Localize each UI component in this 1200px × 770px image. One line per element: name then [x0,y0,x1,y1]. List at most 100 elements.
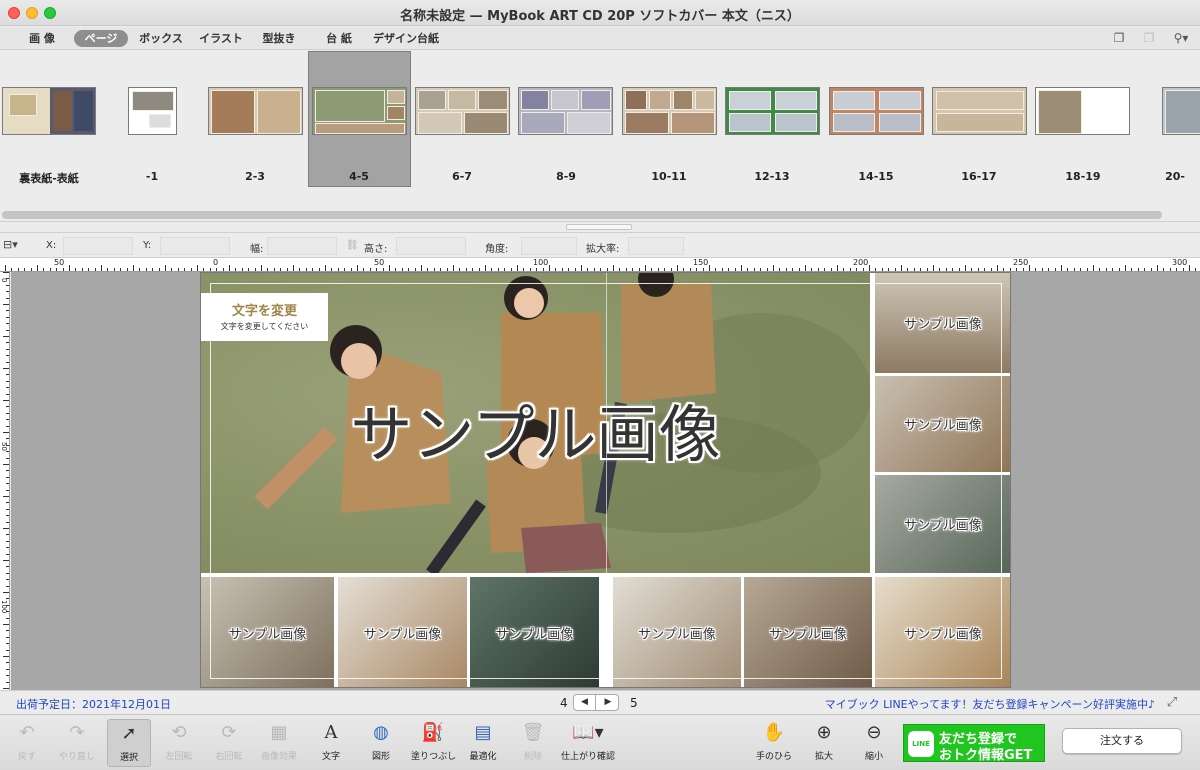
tab-mount[interactable]: 台 紙 [316,30,362,47]
ruler-tick [1131,268,1133,271]
editing-canvas[interactable]: サンプル画像 文字を変更 文字を変更してください サンプル画像 サンプル画像 サ… [11,272,1200,690]
photo-frame[interactable]: サンプル画像 [875,273,1010,373]
ruler-tick [1144,268,1146,271]
previous-page-button[interactable]: ◀ [574,695,596,710]
text-tool-button[interactable]: A 文字 [309,719,353,767]
ruler-tick [273,268,275,271]
page-thumb-20[interactable] [1162,87,1200,135]
redo-button[interactable]: ↷ やり直し [55,719,99,767]
tab-design-mount[interactable]: デザイン台紙 [370,30,442,47]
photo-frame[interactable]: サンプル画像 [470,577,599,687]
title-text-box[interactable]: 文字を変更 文字を変更してください [201,293,328,341]
ruler-tick [6,310,9,312]
ruler-tick [145,268,147,271]
photo-frame[interactable]: サンプル画像 [875,376,1010,472]
ruler-label: 50 [374,258,385,267]
order-button[interactable]: 注文する [1062,728,1182,754]
zoom-in-button[interactable]: ⊕ 拡大 [802,719,846,767]
zoom-in-icon: ⊕ [816,722,832,743]
photo-frame[interactable]: サンプル画像 [875,475,1010,573]
image-effect-button[interactable]: ▦ 画像効果 [257,719,301,767]
tab-illust[interactable]: イラスト [196,30,246,47]
ruler-tick [152,268,154,271]
photo-frame[interactable]: サンプル画像 [613,577,741,687]
search-icon[interactable]: ⚲▾ [1170,31,1192,45]
page-thumb-6-7[interactable] [415,87,510,135]
page-spread[interactable]: サンプル画像 文字を変更 文字を変更してください サンプル画像 サンプル画像 サ… [200,272,1011,688]
scale-field[interactable] [628,237,684,255]
angle-field[interactable] [521,237,577,255]
x-field[interactable] [63,237,133,255]
tab-image[interactable]: 画 像 [18,30,66,47]
tab-die-cut[interactable]: 型抜き [256,30,302,47]
page-thumb-1[interactable] [128,87,177,135]
ruler-tick [625,268,627,271]
page-label-6-7: 6-7 [452,170,472,183]
shape-label: 図形 [371,752,390,762]
ruler-tick [171,268,173,271]
photo-frame[interactable]: サンプル画像 [338,577,467,687]
line-promo-link[interactable]: マイブック LINEやってます！友だち登録キャンペーン好評実施中♪ [825,696,1155,712]
ruler-tick [133,265,134,271]
photo-frame[interactable]: サンプル画像 [744,577,872,687]
ruler-tick [81,268,83,271]
ruler-tick [6,566,9,568]
ruler-tick [926,268,928,271]
height-field[interactable] [396,237,466,255]
ruler-tick [6,374,9,376]
ruler-tick [888,268,890,271]
page-thumb-2-3[interactable] [208,87,303,135]
optimize-button[interactable]: ▤ 最適化 [461,719,505,767]
page-thumb-12-13[interactable] [725,87,820,135]
status-bar: 出荷予定日：2021年12月01日 4 ◀ ▶ 5 マイブック LINEやってま… [0,690,1200,714]
tab-page[interactable]: ページ [74,30,128,47]
page-label-1: -1 [145,170,159,183]
photo-placeholder: サンプル画像 [904,518,982,534]
undo-button[interactable]: ↶ 戻す [5,719,49,767]
align-tool-icon[interactable]: ⊟▾ [3,238,18,251]
ruler-tick [862,268,864,271]
rotate-left-button[interactable]: ⟲ 左回転 [157,719,201,767]
next-page-button[interactable]: ▶ [597,695,619,710]
ruler-tick [3,272,9,273]
line-logo-icon: LINE [908,731,934,757]
page-thumb-4-5[interactable] [312,87,407,135]
tab-box[interactable]: ボックス [136,30,186,47]
ruler-tick [6,342,9,344]
page-strip-scrollbar[interactable] [2,211,1162,219]
zoom-out-button[interactable]: ⊖ 縮小 [852,719,896,767]
shape-tool-button[interactable]: ◍ 図形 [359,719,403,767]
select-tool-button[interactable]: ➚ 選択 [107,719,151,767]
width-field[interactable] [267,237,337,255]
page-thumb-10-11[interactable] [622,87,717,135]
rotate-right-button[interactable]: ⟳ 右回転 [207,719,251,767]
page-label-2-3: 2-3 [245,170,265,183]
link-ratio-icon[interactable]: ⛓ [346,240,359,251]
finish-preview-button[interactable]: 📖▾ 仕上がり確認 [558,719,618,767]
photo-frame[interactable]: サンプル画像 [201,577,334,687]
page-nav-buttons: ◀ ▶ [573,694,619,711]
delete-button[interactable]: 🗑 削除 [511,719,555,767]
page-thumb-18-19[interactable] [1035,87,1130,135]
fullscreen-icon[interactable]: ⤢ [1164,695,1180,711]
pane-splitter-handle[interactable] [566,224,632,230]
ruler-tick [760,268,762,271]
ruler-tick [1125,265,1126,271]
undo-label: 戻す [17,752,36,762]
y-field[interactable] [160,237,230,255]
ruler-tick [459,268,461,271]
photo-frame[interactable]: サンプル画像 [875,577,1010,687]
page-thumb-14-15[interactable] [829,87,924,135]
ruler-tick [401,268,403,271]
scale-label: 拡大率: [586,244,620,255]
page-thumb-cover[interactable] [2,87,96,135]
ruler-tick [504,268,506,271]
hand-tool-button[interactable]: ✋ 手のひら [752,719,796,767]
fill-tool-button[interactable]: ⛽ 塗りつぶし [411,719,456,767]
line-friend-banner[interactable]: LINE 友だち登録で おトク情報GET [903,724,1045,763]
page-thumb-16-17[interactable] [932,87,1027,135]
ruler-tick [6,393,9,395]
page-thumb-8-9[interactable] [518,87,613,135]
window-icon[interactable]: ❐ [1111,31,1127,45]
rotate-left-icon: ⟲ [171,722,187,743]
